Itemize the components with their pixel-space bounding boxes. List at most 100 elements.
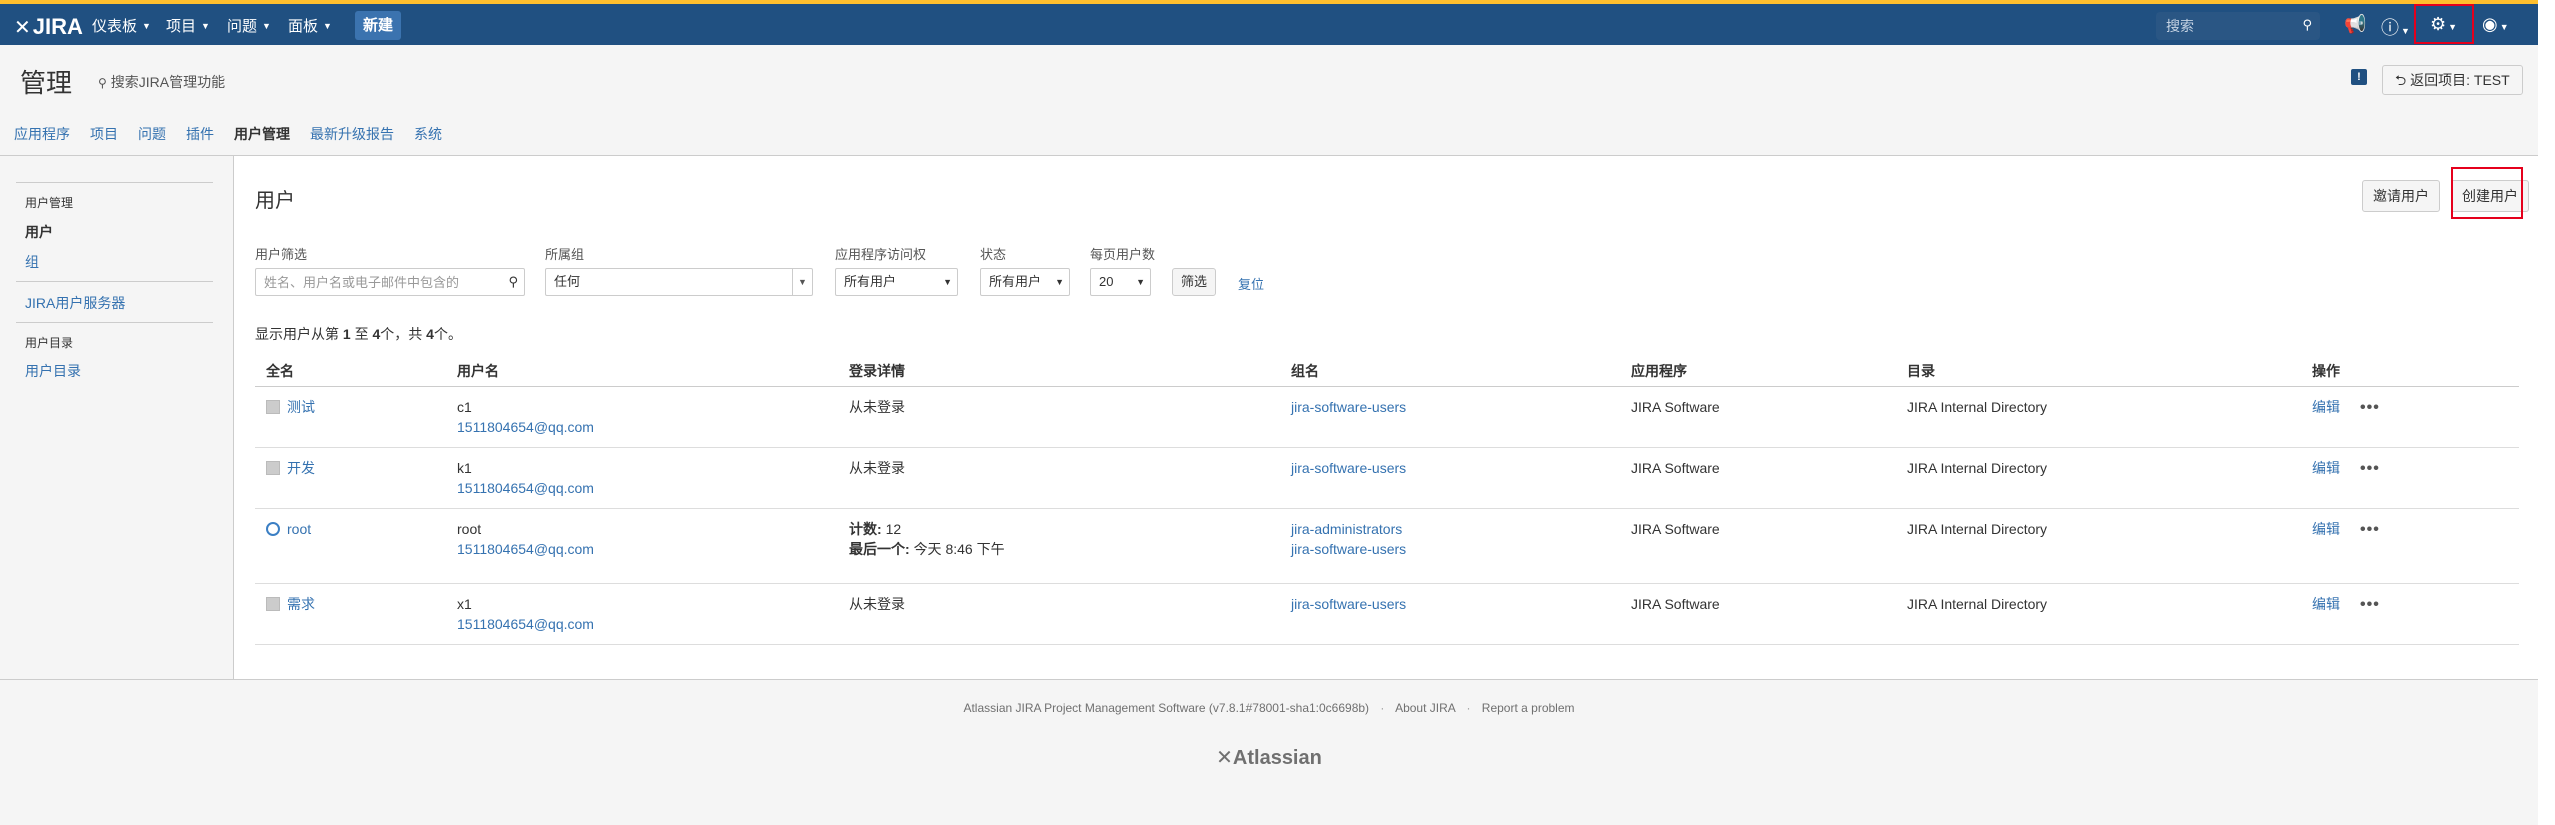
email-link[interactable]: 1511804654@qq.com [457, 614, 838, 634]
fullname-link[interactable]: 需求 [287, 596, 315, 612]
user-filter-input[interactable] [264, 269, 494, 295]
users-title: 用户 [255, 190, 295, 212]
atlassian-logo-icon: ✕ [1216, 747, 1233, 769]
menu-dashboards[interactable]: 仪表板 ▼ [92, 15, 151, 36]
more-actions-icon[interactable]: ••• [2360, 460, 2380, 477]
tab-issues[interactable]: 问题 [138, 116, 174, 156]
group-link[interactable]: jira-software-users [1291, 458, 1620, 478]
per-page-select[interactable]: 20 ▼ [1090, 268, 1151, 296]
user-avatar-icon[interactable]: ◉ ▼ [2482, 14, 2509, 35]
login-details: 从未登录 [838, 447, 1280, 509]
jira-logo-icon: ✕ [14, 16, 31, 39]
menu-issues[interactable]: 问题 ▼ [227, 15, 271, 36]
group-select[interactable]: 任何 ▼ [545, 268, 813, 296]
app-access-label: 应用程序访问权 [835, 247, 927, 262]
col-header-directory: 目录 [1896, 356, 2301, 387]
filter-button[interactable]: 筛选 [1172, 268, 1217, 296]
footer-version-link[interactable]: Atlassian JIRA Project Management Softwa… [963, 701, 1369, 715]
col-header-groups: 组名 [1280, 356, 1620, 387]
create-issue-button[interactable]: 新建 [355, 11, 401, 40]
sidebar-item-user-directories[interactable]: 用户目录 [25, 361, 81, 381]
more-actions-icon[interactable]: ••• [2360, 596, 2380, 613]
chevron-down-icon: ▼ [943, 277, 952, 287]
login-details: 从未登录 [838, 386, 1280, 448]
group-label: 所属组 [545, 247, 585, 262]
app-access-select[interactable]: 所有用户 ▼ [835, 268, 958, 296]
jira-logo[interactable]: ✕ JIRA [14, 14, 83, 40]
feedback-icon[interactable]: ! [2351, 69, 2367, 85]
caret-down-icon: ▼ [201, 20, 210, 31]
user-avatar [266, 521, 280, 536]
tab-user-management[interactable]: 用户管理 [234, 116, 298, 156]
email-link[interactable]: 1511804654@qq.com [457, 539, 838, 559]
col-header-login: 登录详情 [838, 356, 1280, 387]
sidebar-group-title: 用户目录 [25, 336, 74, 350]
sidebar-divider [16, 322, 213, 323]
chevron-down-icon: ▼ [792, 269, 812, 295]
sidebar-item-users[interactable]: 用户 [25, 222, 53, 242]
tab-projects[interactable]: 项目 [90, 116, 126, 156]
status-label: 状态 [980, 247, 1007, 262]
tab-addons[interactable]: 插件 [186, 116, 222, 156]
sidebar: 用户管理 用户 组 JIRA用户服务器 用户目录 用户目录 [0, 156, 234, 679]
megaphone-icon[interactable]: 📢 [2344, 14, 2366, 35]
reset-link[interactable]: 复位 [1238, 274, 1264, 293]
user-avatar [266, 596, 280, 611]
edit-link[interactable]: 编辑 [2312, 399, 2340, 415]
return-to-project-button[interactable]: ⮌ 返回项目: TEST [2382, 65, 2523, 95]
menu-projects[interactable]: 项目 ▼ [166, 15, 210, 36]
footer: Atlassian JIRA Project Management Softwa… [0, 680, 2538, 825]
footer-report-link[interactable]: Report a problem [1482, 701, 1575, 715]
sidebar-item-jira-user-server[interactable]: JIRA用户服务器 [25, 293, 125, 313]
user-avatar [266, 460, 280, 475]
more-actions-icon[interactable]: ••• [2360, 399, 2380, 416]
per-page-label: 每页用户数 [1090, 247, 1156, 262]
email-link[interactable]: 1511804654@qq.com [457, 478, 838, 498]
chevron-down-icon: ▼ [1136, 277, 1145, 287]
group-link[interactable]: jira-administrators [1291, 519, 1620, 539]
group-link[interactable]: jira-software-users [1291, 594, 1620, 614]
application: JIRA Software [1620, 508, 1896, 584]
email-link[interactable]: 1511804654@qq.com [457, 417, 838, 437]
status-select[interactable]: 所有用户 ▼ [980, 268, 1070, 296]
fullname-link[interactable]: root [287, 521, 311, 537]
return-arrow-icon: ⮌ [2395, 72, 2411, 88]
username: k1 [457, 459, 472, 476]
menu-boards[interactable]: 面板 ▼ [288, 15, 332, 36]
sidebar-divider [16, 182, 213, 183]
login-last: 最后一个: 今天 8:46 下午 [849, 540, 1005, 557]
invite-user-button[interactable]: 邀请用户 [2362, 180, 2440, 212]
search-icon[interactable]: ⚲ [2302, 17, 2312, 33]
application: JIRA Software [1620, 583, 1896, 645]
fullname-link[interactable]: 开发 [287, 460, 315, 476]
group-link[interactable]: jira-software-users [1291, 539, 1620, 559]
table-row: root root 1511804654@qq.com 计数: 12 最后一个: … [255, 508, 2519, 584]
atlassian-logo[interactable]: ✕Atlassian [0, 745, 2538, 770]
application: JIRA Software [1620, 447, 1896, 509]
col-header-application: 应用程序 [1620, 356, 1896, 387]
help-icon[interactable]: ⓘ ▼ [2381, 14, 2410, 40]
fullname-link[interactable]: 测试 [287, 399, 315, 415]
user-filter-field: ⚲ [255, 268, 525, 296]
footer-about-link[interactable]: About JIRA [1395, 701, 1455, 715]
sidebar-item-groups[interactable]: 组 [25, 252, 39, 272]
main-area: 用户管理 用户 组 JIRA用户服务器 用户目录 用户目录 用户 邀请用户 创建… [0, 155, 2538, 680]
tab-system[interactable]: 系统 [414, 116, 450, 156]
sidebar-divider [16, 281, 213, 282]
caret-down-icon: ▼ [323, 20, 332, 31]
more-actions-icon[interactable]: ••• [2360, 521, 2380, 538]
group-link[interactable]: jira-software-users [1291, 397, 1620, 417]
users-content: 用户 邀请用户 创建用户 用户筛选 ⚲ 所属组 任何 ▼ 应用程序访问权 所有用… [235, 156, 2538, 679]
edit-link[interactable]: 编辑 [2312, 460, 2340, 476]
scrollbar-track[interactable] [2538, 0, 2555, 825]
edit-link[interactable]: 编辑 [2312, 521, 2340, 537]
edit-link[interactable]: 编辑 [2312, 596, 2340, 612]
search-icon: ⚲ [508, 274, 518, 289]
admin-search[interactable]: ⚲ 搜索JIRA管理功能 [98, 72, 225, 92]
top-navigation-bar: ✕ JIRA 仪表板▼ 项目▼ 问题▼ 面板▼ 新建 ⚲ 📢 ⓘ▼ ⚙▼ ◉▼ [0, 0, 2538, 45]
chevron-down-icon: ▼ [1055, 277, 1064, 287]
quick-search-input[interactable] [2156, 12, 2286, 40]
col-header-operations: 操作 [2301, 356, 2519, 387]
tab-applications[interactable]: 应用程序 [14, 116, 78, 156]
tab-upgrade-report[interactable]: 最新升级报告 [310, 116, 402, 156]
